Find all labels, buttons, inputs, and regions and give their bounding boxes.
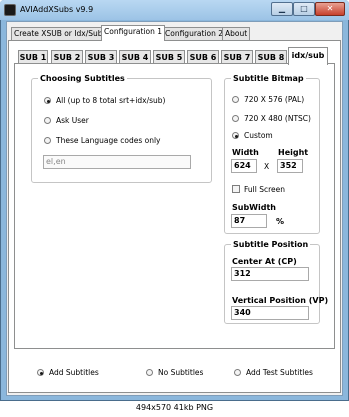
subtab-sub-1[interactable]: SUB 1 [18, 50, 48, 64]
radio-language-codes[interactable] [44, 137, 51, 144]
radio-add-subtitles[interactable] [37, 369, 44, 376]
label-all-subtitles: All (up to 8 total srt+idx/sub) [56, 96, 166, 105]
vertical-position-label: Vertical Position (VP) [232, 296, 329, 305]
window-title: AVIAddXSubs v9.9 [20, 5, 94, 14]
tab-about[interactable]: About [222, 27, 251, 40]
subtab-sub-5[interactable]: SUB 5 [153, 50, 185, 64]
app-icon [4, 4, 16, 16]
radio-custom[interactable] [232, 132, 239, 139]
center-at-field[interactable]: 312 [231, 267, 309, 281]
maximize-button[interactable]: □ [293, 2, 315, 16]
subtitle-bitmap-title: Subtitle Bitmap [231, 74, 306, 83]
subtab-sub-7[interactable]: SUB 7 [221, 50, 253, 64]
label-ask-user: Ask User [56, 116, 89, 125]
radio-add-test-subtitles[interactable] [234, 369, 241, 376]
subtitle-position-title: Subtitle Position [231, 240, 311, 249]
subwidth-label: SubWidth [232, 203, 276, 212]
subtab-sub-2[interactable]: SUB 2 [51, 50, 83, 64]
height-field[interactable]: 352 [277, 159, 303, 173]
radio-no-subtitles[interactable] [146, 369, 153, 376]
height-label: Height [278, 148, 309, 157]
label-language-codes: These Language codes only [56, 136, 161, 145]
center-at-label: Center At (CP) [232, 257, 297, 266]
close-button[interactable]: ✕ [315, 2, 345, 16]
subtab-sub-4[interactable]: SUB 4 [119, 50, 151, 64]
label-pal: 720 X 576 (PAL) [244, 95, 305, 104]
choosing-subtitles-title: Choosing Subtitles [38, 74, 127, 83]
radio-all-subtitles[interactable] [44, 97, 51, 104]
tab-configuration-2[interactable]: Configuration 2 [162, 27, 227, 40]
width-label: Width [232, 148, 259, 157]
subtab-sub-3[interactable]: SUB 3 [85, 50, 117, 64]
close-icon: ✕ [326, 4, 334, 13]
minimize-icon: ▁ [278, 4, 286, 13]
language-codes-field[interactable]: el,en [43, 155, 191, 169]
percent-label: % [276, 217, 285, 226]
full-screen-label: Full Screen [244, 185, 285, 194]
subtab-idx-sub[interactable]: idx/sub [288, 47, 328, 65]
subtab-sub-6[interactable]: SUB 6 [187, 50, 219, 64]
width-field[interactable]: 624 [231, 159, 257, 173]
full-screen-checkbox[interactable] [232, 185, 240, 193]
label-no-subtitles: No Subtitles [158, 368, 204, 377]
image-caption: 494x570 41kb PNG [135, 403, 214, 412]
x-separator: X [264, 162, 270, 171]
tab-create-xsub[interactable]: Create XSUB or Idx/Sub [11, 27, 106, 40]
tab-configuration-1[interactable]: Configuration 1 [101, 25, 166, 41]
maximize-icon: □ [300, 4, 308, 13]
radio-ask-user[interactable] [44, 117, 51, 124]
subwidth-field[interactable]: 87 [231, 214, 267, 228]
vertical-position-field[interactable]: 340 [231, 306, 309, 320]
label-add-subtitles: Add Subtitles [49, 368, 99, 377]
label-custom: Custom [244, 131, 273, 140]
minimize-button[interactable]: ▁ [271, 2, 293, 16]
radio-ntsc[interactable] [232, 115, 239, 122]
label-add-test-subtitles: Add Test Subtitles [246, 368, 313, 377]
label-ntsc: 720 X 480 (NTSC) [244, 114, 311, 123]
radio-pal[interactable] [232, 96, 239, 103]
subtab-sub-8[interactable]: SUB 8 [255, 50, 287, 64]
